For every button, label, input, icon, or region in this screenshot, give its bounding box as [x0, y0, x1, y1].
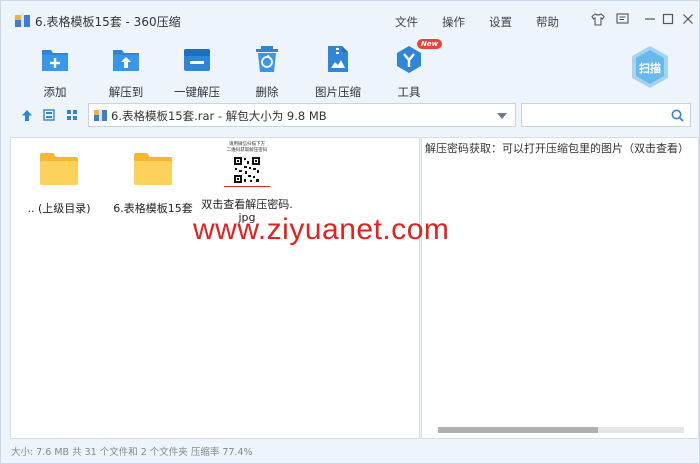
watermark-text: www.ziyuanet.com: [193, 213, 450, 246]
message-icon: [615, 13, 629, 24]
maximize-button[interactable]: [659, 10, 677, 28]
one-click-extract-label: 一键解压: [174, 85, 220, 99]
add-icon: [42, 50, 68, 71]
up-button[interactable]: [19, 107, 35, 123]
image-compress-label: 图片压缩: [315, 85, 361, 99]
extract-to-icon: [113, 50, 139, 71]
scrollbar-thumb[interactable]: [438, 427, 598, 433]
status-bar-text: 大小: 7.6 MB 共 31 个文件和 2 个文件夹 压缩率 77.4%: [11, 447, 253, 458]
file-name: 6.表格模板15套: [113, 202, 193, 215]
file-item-folder[interactable]: 6.表格模板15套: [107, 146, 199, 215]
maximize-icon: [662, 13, 674, 25]
delete-button[interactable]: 删除: [233, 41, 301, 99]
app-window: 6.表格模板15套 - 360压缩 文件 操作 设置 帮助 添加 解压到 一键解…: [0, 0, 700, 464]
menu-help[interactable]: 帮助: [536, 14, 559, 30]
preview-text: 解压密码获取：可以打开压缩包里的图片（双击查看）: [425, 142, 689, 155]
search-input[interactable]: [526, 107, 666, 123]
image-compress-button[interactable]: 图片压缩: [304, 41, 372, 99]
extract-to-button[interactable]: 解压到: [92, 41, 160, 99]
file-list-pane: .. (上级目录) 6.表格模板15套 请用微信扫描下方 二维码获取解压密码 双…: [10, 137, 420, 439]
qr-code-icon: [233, 156, 261, 184]
delete-label: 删除: [255, 85, 279, 99]
thumbnail-view-button[interactable]: [64, 107, 80, 123]
archive-path: 6.表格模板15套.rar - 解包大小为 9.8 MB: [111, 109, 327, 123]
one-click-extract-icon: [184, 49, 210, 71]
detail-view-button[interactable]: [41, 107, 57, 123]
folder-icon: [134, 153, 172, 185]
search-icon[interactable]: [671, 109, 684, 122]
rar-file-icon: [94, 109, 107, 121]
dropdown-arrow-icon[interactable]: [497, 113, 507, 119]
shirt-icon: [591, 12, 605, 26]
arrow-up-icon: [22, 109, 32, 121]
close-button[interactable]: [679, 10, 697, 28]
tools-label: 工具: [397, 85, 421, 99]
image-compress-icon: [328, 46, 348, 72]
horizontal-scrollbar[interactable]: [438, 427, 684, 433]
search-box[interactable]: [521, 103, 691, 127]
minimize-button[interactable]: [641, 10, 659, 28]
close-icon: [683, 14, 693, 24]
thumbnail-divider: [224, 186, 270, 187]
folder-icon: [40, 153, 78, 185]
menu-settings[interactable]: 设置: [489, 14, 512, 30]
minimize-icon: [645, 18, 655, 20]
tools-button[interactable]: New 工具: [375, 39, 443, 99]
extract-to-label: 解压到: [108, 85, 144, 99]
preview-pane: 解压密码获取：可以打开压缩包里的图片（双击查看）: [421, 137, 699, 439]
qr-code-thumbnail: 请用微信扫描下方 二维码获取解压密码: [218, 142, 276, 192]
add-button[interactable]: 添加: [21, 41, 89, 99]
window-title: 6.表格模板15套 - 360压缩: [35, 15, 181, 29]
address-bar[interactable]: 6.表格模板15套.rar - 解包大小为 9.8 MB: [88, 103, 516, 127]
detail-view-icon: [43, 109, 55, 121]
thumbnail-caption-line2: 二维码获取解压密码: [226, 148, 268, 153]
feedback-button[interactable]: [613, 10, 631, 28]
scan-label: 扫描: [639, 62, 661, 75]
grid-view-icon: [67, 110, 77, 120]
file-item-parent[interactable]: .. (上级目录): [13, 146, 105, 215]
title-bar: 6.表格模板15套 - 360压缩 文件 操作 设置 帮助: [1, 1, 700, 39]
skin-button[interactable]: [589, 10, 607, 28]
file-name: .. (上级目录): [27, 202, 91, 215]
archive-app-icon: [15, 13, 30, 27]
new-badge: New: [417, 39, 443, 49]
menu-file[interactable]: 文件: [395, 14, 418, 30]
file-item-image[interactable]: 请用微信扫描下方 二维码获取解压密码 双击查看解压密码.jpg: [201, 142, 293, 224]
add-label: 添加: [43, 85, 67, 99]
scan-button[interactable]: 扫描: [630, 45, 670, 89]
delete-icon: [256, 46, 278, 72]
one-click-extract-button[interactable]: 一键解压: [163, 41, 231, 99]
menu-operation[interactable]: 操作: [442, 14, 465, 30]
